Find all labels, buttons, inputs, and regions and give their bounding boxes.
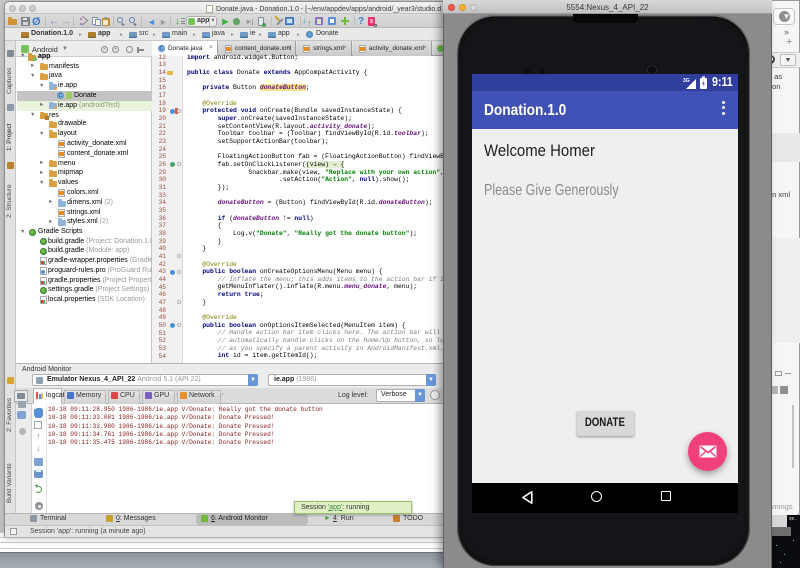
svg-text:3G: 3G [683,78,690,84]
